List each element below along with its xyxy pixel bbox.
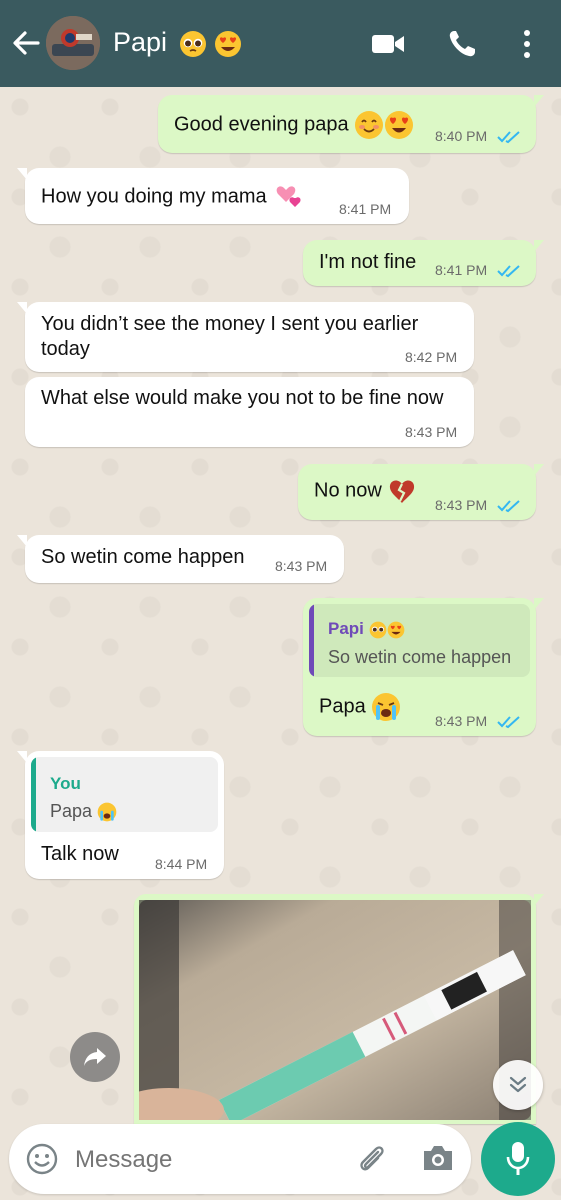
voice-message-button[interactable] (481, 1122, 555, 1196)
shared-photo[interactable] (139, 900, 531, 1120)
read-ticks-icon (497, 131, 520, 144)
message-time: 8:41 PM (435, 262, 488, 278)
chat-header: Papi (0, 0, 561, 87)
message-bubble-incoming[interactable]: How you doing my mama 8:41 PM (17, 168, 409, 224)
message-text: No now (314, 479, 382, 502)
message-time: 8:42 PM (405, 349, 458, 365)
bubble-tail (17, 302, 27, 314)
camera-icon[interactable] (421, 1143, 455, 1173)
message-input[interactable] (73, 1142, 327, 1178)
crying-emoji-icon (97, 802, 117, 822)
bubble-tail (17, 168, 27, 180)
avatar[interactable] (46, 16, 100, 70)
message-time: 8:43 PM (435, 497, 488, 513)
bubble-tail (534, 240, 544, 252)
message-bubble-incoming-reply[interactable]: You Papa Talk now 8:44 PM (17, 751, 224, 879)
scroll-to-bottom-button[interactable] (493, 1060, 543, 1110)
message-time: 8:41 PM (339, 201, 392, 217)
crying-emoji-icon (372, 693, 401, 721)
quoted-message[interactable]: You Papa (31, 757, 218, 832)
bubble-tail (534, 894, 544, 906)
message-bubble-incoming[interactable]: What else would make you not to be fine … (25, 377, 474, 447)
quote-bar (309, 604, 314, 677)
emoji-icon[interactable] (26, 1143, 58, 1175)
quote-text: Papa (50, 801, 93, 821)
bubble-tail (534, 464, 544, 476)
heart-eyes-icon (387, 621, 404, 638)
message-time: 8:43 PM (275, 558, 328, 574)
more-options-icon[interactable] (522, 29, 532, 59)
message-text: Good evening papa (174, 113, 349, 136)
double-chevron-down-icon (509, 1076, 527, 1093)
forward-button[interactable] (70, 1032, 120, 1082)
quote-bar (31, 757, 36, 832)
bubble-tail (17, 751, 27, 763)
message-text: So wetin come happen (41, 546, 245, 568)
contact-name-text: Papi (113, 27, 168, 57)
bubble-tail (17, 535, 27, 547)
message-bubble-incoming[interactable]: You didn’t see the money I sent you earl… (17, 302, 474, 372)
quote-sender-name: You (50, 774, 81, 793)
pleading-face-icon (369, 621, 386, 638)
bubble-tail (534, 95, 544, 107)
contact-name[interactable]: Papi (113, 27, 242, 58)
message-text: Talk now (41, 843, 119, 865)
message-text: You didn’t see the money I sent you earl… (41, 313, 419, 360)
message-time: 8:44 PM (155, 856, 208, 872)
heart-eyes-icon (215, 30, 242, 57)
read-ticks-icon (497, 716, 520, 729)
message-bubble-outgoing[interactable]: No now 8:43 PM (298, 464, 544, 520)
phone-icon[interactable] (447, 29, 477, 59)
back-arrow-icon[interactable] (10, 26, 42, 60)
message-text: How you doing my mama (41, 185, 267, 208)
attach-icon[interactable] (354, 1142, 388, 1176)
message-text: What else would make you not to be fine … (41, 387, 444, 409)
message-input-bar (9, 1124, 471, 1194)
revolving-hearts-emoji-icon (276, 186, 301, 207)
mic-icon (506, 1142, 530, 1175)
message-bubble-outgoing[interactable]: Good evening papa 8:40 PM (158, 95, 544, 153)
pleading-face-icon (179, 30, 206, 57)
quote-sender-name: Papi (328, 619, 364, 638)
quoted-message[interactable]: Papi So wetin come happen (309, 604, 530, 677)
quote-text: So wetin come happen (328, 647, 512, 667)
read-ticks-icon (497, 500, 520, 513)
heart-eyes-emoji-icon (385, 111, 414, 139)
message-time: 8:40 PM (435, 128, 488, 144)
message-bubble-incoming[interactable]: So wetin come happen 8:43 PM (17, 535, 344, 583)
message-text: I'm not fine (319, 251, 417, 273)
message-time: 8:43 PM (435, 713, 488, 729)
message-bubble-outgoing[interactable]: I'm not fine 8:41 PM (303, 240, 544, 286)
video-call-icon[interactable] (371, 32, 405, 56)
blush-emoji-icon (355, 111, 384, 139)
read-ticks-icon (497, 265, 520, 278)
message-time: 8:43 PM (405, 424, 458, 440)
message-bubble-outgoing-image[interactable] (134, 894, 544, 1124)
forward-icon (84, 1048, 106, 1066)
broken-heart-emoji-icon (390, 480, 415, 503)
bubble-tail (534, 598, 544, 610)
message-bubble-outgoing-reply[interactable]: Papi So wetin come happen Papa 8:43 PM (303, 598, 544, 736)
message-text: Papa (319, 695, 366, 718)
